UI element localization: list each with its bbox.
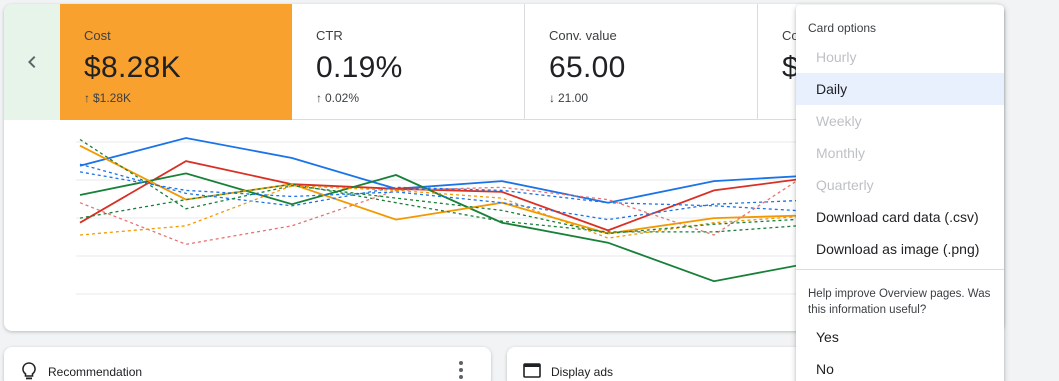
metric-change: ↑ $1.28K [84,91,292,105]
metric-label: Cost [84,28,111,43]
chart-series-line-6 [79,165,821,245]
arrow-up-icon: ↑ [316,91,322,105]
arrow-up-icon: ↑ [84,91,90,105]
menu-item-monthly: Monthly [816,145,866,161]
metric-value: 0.19% [316,51,403,84]
chart-series-line-4 [79,163,821,213]
menu-item-download-csv[interactable]: Download card data (.csv) [796,201,1004,233]
display-ads-card[interactable]: Display ads [507,347,807,381]
metric-conv-value[interactable]: Conv. value 65.00 ↓ 21.00 [525,4,758,120]
display-ads-label: Display ads [551,365,614,379]
metric-cost[interactable]: Cost $8.28K ↑ $1.28K [60,4,292,120]
menu-title: Card options [808,21,877,35]
feedback-no-button[interactable]: No [796,353,1004,381]
metric-change-value: 0.02% [325,91,360,105]
metric-ctr[interactable]: CTR 0.19% ↑ 0.02% [292,4,525,120]
menu-item-weekly: Weekly [816,113,862,129]
metric-value: 65.00 [549,51,626,84]
metric-change-value: 21.00 [558,91,589,105]
feedback-prompt: Help improve Overview pages. Was this in… [808,288,991,316]
menu-item-quarterly: Quarterly [816,177,874,193]
chart-series-line-1 [79,160,821,232]
display-ads-icon [523,363,541,378]
menu-item-download-png[interactable]: Download as image (.png) [796,233,1004,265]
metric-change: ↓ 21.00 [549,91,757,105]
metric-label: Conv. value [549,28,617,43]
back-button[interactable] [4,4,60,120]
metric-change-value: $1.28K [93,91,132,105]
recommendation-label: Recommendation [48,365,143,379]
lightbulb-icon [22,362,36,380]
metric-value: $8.28K [84,51,181,84]
menu-item-daily[interactable]: Daily [796,73,1004,105]
metric-change: ↑ 0.02% [316,91,524,105]
feedback-yes-button[interactable]: Yes [796,321,1004,353]
more-vert-icon[interactable] [456,361,466,381]
menu-divider [796,269,1004,270]
chart-series-line-9 [79,171,821,221]
metric-label: CTR [316,28,343,43]
recommendation-card[interactable]: Recommendation [4,347,491,381]
menu-item-hourly: Hourly [816,49,857,65]
arrow-down-icon: ↓ [549,91,555,105]
chevron-left-icon [28,56,36,68]
overview-page: Cost $8.28K ↑ $1.28K CTR 0.19% ↑ 0.02% C… [0,0,1059,381]
card-options-menu: Card options Hourly Daily Weekly Monthly… [796,5,1004,381]
